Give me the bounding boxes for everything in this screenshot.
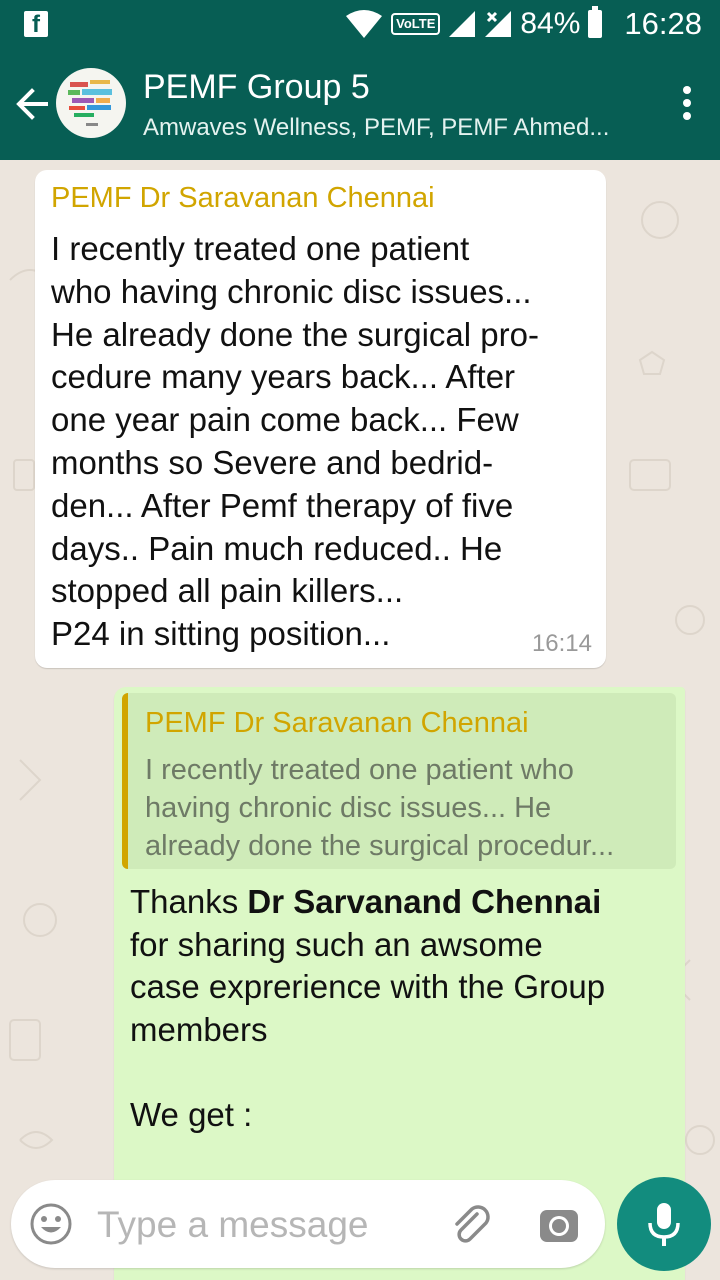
wifi-icon [346,10,383,38]
chat-area[interactable]: PEMF Dr Saravanan Chennai I recently tre… [0,160,720,1280]
reply-prefix: Thanks [130,883,248,920]
group-members[interactable]: Amwaves Wellness, PEMF, PEMF Ahmed... [143,114,609,142]
mic-button[interactable] [617,1177,711,1271]
message-line: He already done the surgical pro- [51,315,539,353]
quoted-line: already done the surgical procedur... [145,830,615,862]
quoted-message[interactable]: PEMF Dr Saravanan Chennai I recently tre… [122,693,676,869]
message-line: one year pain come back... Few [51,401,519,439]
emoji-icon[interactable] [29,1202,73,1246]
message-line: who having chronic disc issues... [51,272,532,310]
chat-header: PEMF Group 5 Amwaves Wellness, PEMF, PEM… [0,48,720,160]
message-line: days.. Pain much reduced.. He [51,529,503,567]
reply-line: We get : [130,1095,253,1133]
volte-badge: VoLTE [391,13,441,35]
quoted-text: I recently treated one patient who havin… [145,751,665,865]
status-icons: VoLTE 84% 16:28 [345,0,702,48]
status-bar: f VoLTE 84% 16:28 [0,0,720,48]
reply-line: members [130,1010,268,1048]
signal-no-data-icon [485,11,512,37]
message-text: I recently treated one patient who havin… [51,228,591,656]
battery-percent: 84% [520,7,581,40]
reply-line: Thanks Dr Sarvanand Chennai [130,881,670,924]
message-line: I recently treated one patient [51,230,470,267]
message-input[interactable]: Type a message [97,1204,368,1246]
reply-text: Thanks Dr Sarvanand Chennai for sharing … [130,881,670,1137]
quoted-line: having chronic disc issues... He [145,792,552,824]
more-options-icon[interactable] [682,86,692,124]
incoming-message-bubble[interactable]: PEMF Dr Saravanan Chennai I recently tre… [35,170,606,668]
reply-bold-name: Dr Sarvanand Chennai [247,883,602,920]
reply-blank-line [130,1051,670,1094]
message-line: months so Severe and bedrid- [51,443,494,481]
message-line: cedure many years back... After [51,358,516,396]
facebook-notification-icon: f [24,11,48,38]
avatar-wordcloud-image [68,80,112,126]
message-sender[interactable]: PEMF Dr Saravanan Chennai [51,182,435,215]
message-line: stopped all pain killers... [51,572,404,610]
quote-accent-bar [122,693,128,869]
message-timestamp: 16:14 [531,630,592,657]
signal-icon [449,11,476,37]
clock: 16:28 [624,6,702,41]
microphone-icon [648,1203,680,1246]
battery-icon [588,6,603,38]
camera-icon[interactable] [537,1202,581,1246]
group-avatar[interactable] [56,68,126,138]
attach-paperclip-icon[interactable] [447,1200,493,1246]
back-arrow-icon[interactable] [12,84,52,124]
quoted-sender: PEMF Dr Saravanan Chennai [145,707,529,739]
reply-line: case exprerience with the Group [130,968,606,1006]
message-input-bar[interactable]: Type a message [11,1180,605,1268]
message-line: P24 in sitting position... [51,615,391,653]
quoted-line: I recently treated one patient who [145,754,574,786]
reply-line: for sharing such an awsome [130,925,543,963]
group-title[interactable]: PEMF Group 5 [143,68,370,107]
message-line: den... After Pemf therapy of five [51,486,514,524]
